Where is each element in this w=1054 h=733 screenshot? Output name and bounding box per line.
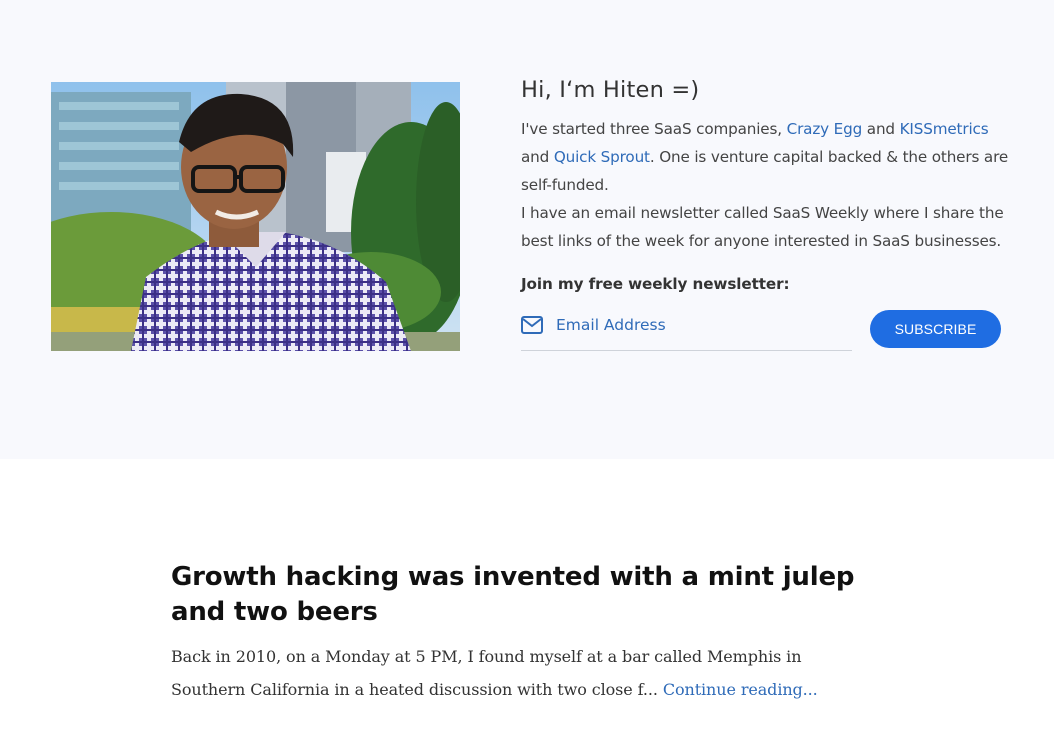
hero-greeting: Hi, I‘m Hiten =): [521, 77, 700, 103]
intro-prefix: I've started three SaaS companies,: [521, 120, 787, 138]
quick-sprout-link[interactable]: Quick Sprout: [554, 148, 650, 166]
newsletter-text: I have an email newsletter called SaaS W…: [521, 204, 1004, 250]
post-title[interactable]: Growth hacking was invented with a mint …: [171, 560, 891, 630]
post-preview: Growth hacking was invented with a mint …: [171, 560, 891, 706]
mail-icon: [521, 316, 543, 334]
crazy-egg-link[interactable]: Crazy Egg: [787, 120, 863, 138]
email-input[interactable]: [556, 310, 836, 340]
continue-reading-link[interactable]: Continue reading...: [663, 680, 818, 699]
hero-section: Hi, I‘m Hiten =) I've started three SaaS…: [0, 0, 1054, 459]
join-label: Join my free weekly newsletter:: [521, 275, 790, 293]
intro-and-2: and: [521, 148, 554, 166]
intro-text: I've started three SaaS companies, Crazy…: [521, 115, 1021, 255]
intro-and-1: and: [862, 120, 900, 138]
intro-paragraph: I've started three SaaS companies, Crazy…: [521, 115, 1021, 199]
profile-photo: [51, 82, 460, 351]
subscribe-button[interactable]: SUBSCRIBE: [870, 310, 1001, 348]
email-field: [521, 310, 852, 351]
intro-block: Hi, I‘m Hiten =) I've started three SaaS…: [521, 76, 1021, 255]
post-excerpt: Back in 2010, on a Monday at 5 PM, I fou…: [171, 640, 871, 706]
kissmetrics-link[interactable]: KISSmetrics: [900, 120, 989, 138]
